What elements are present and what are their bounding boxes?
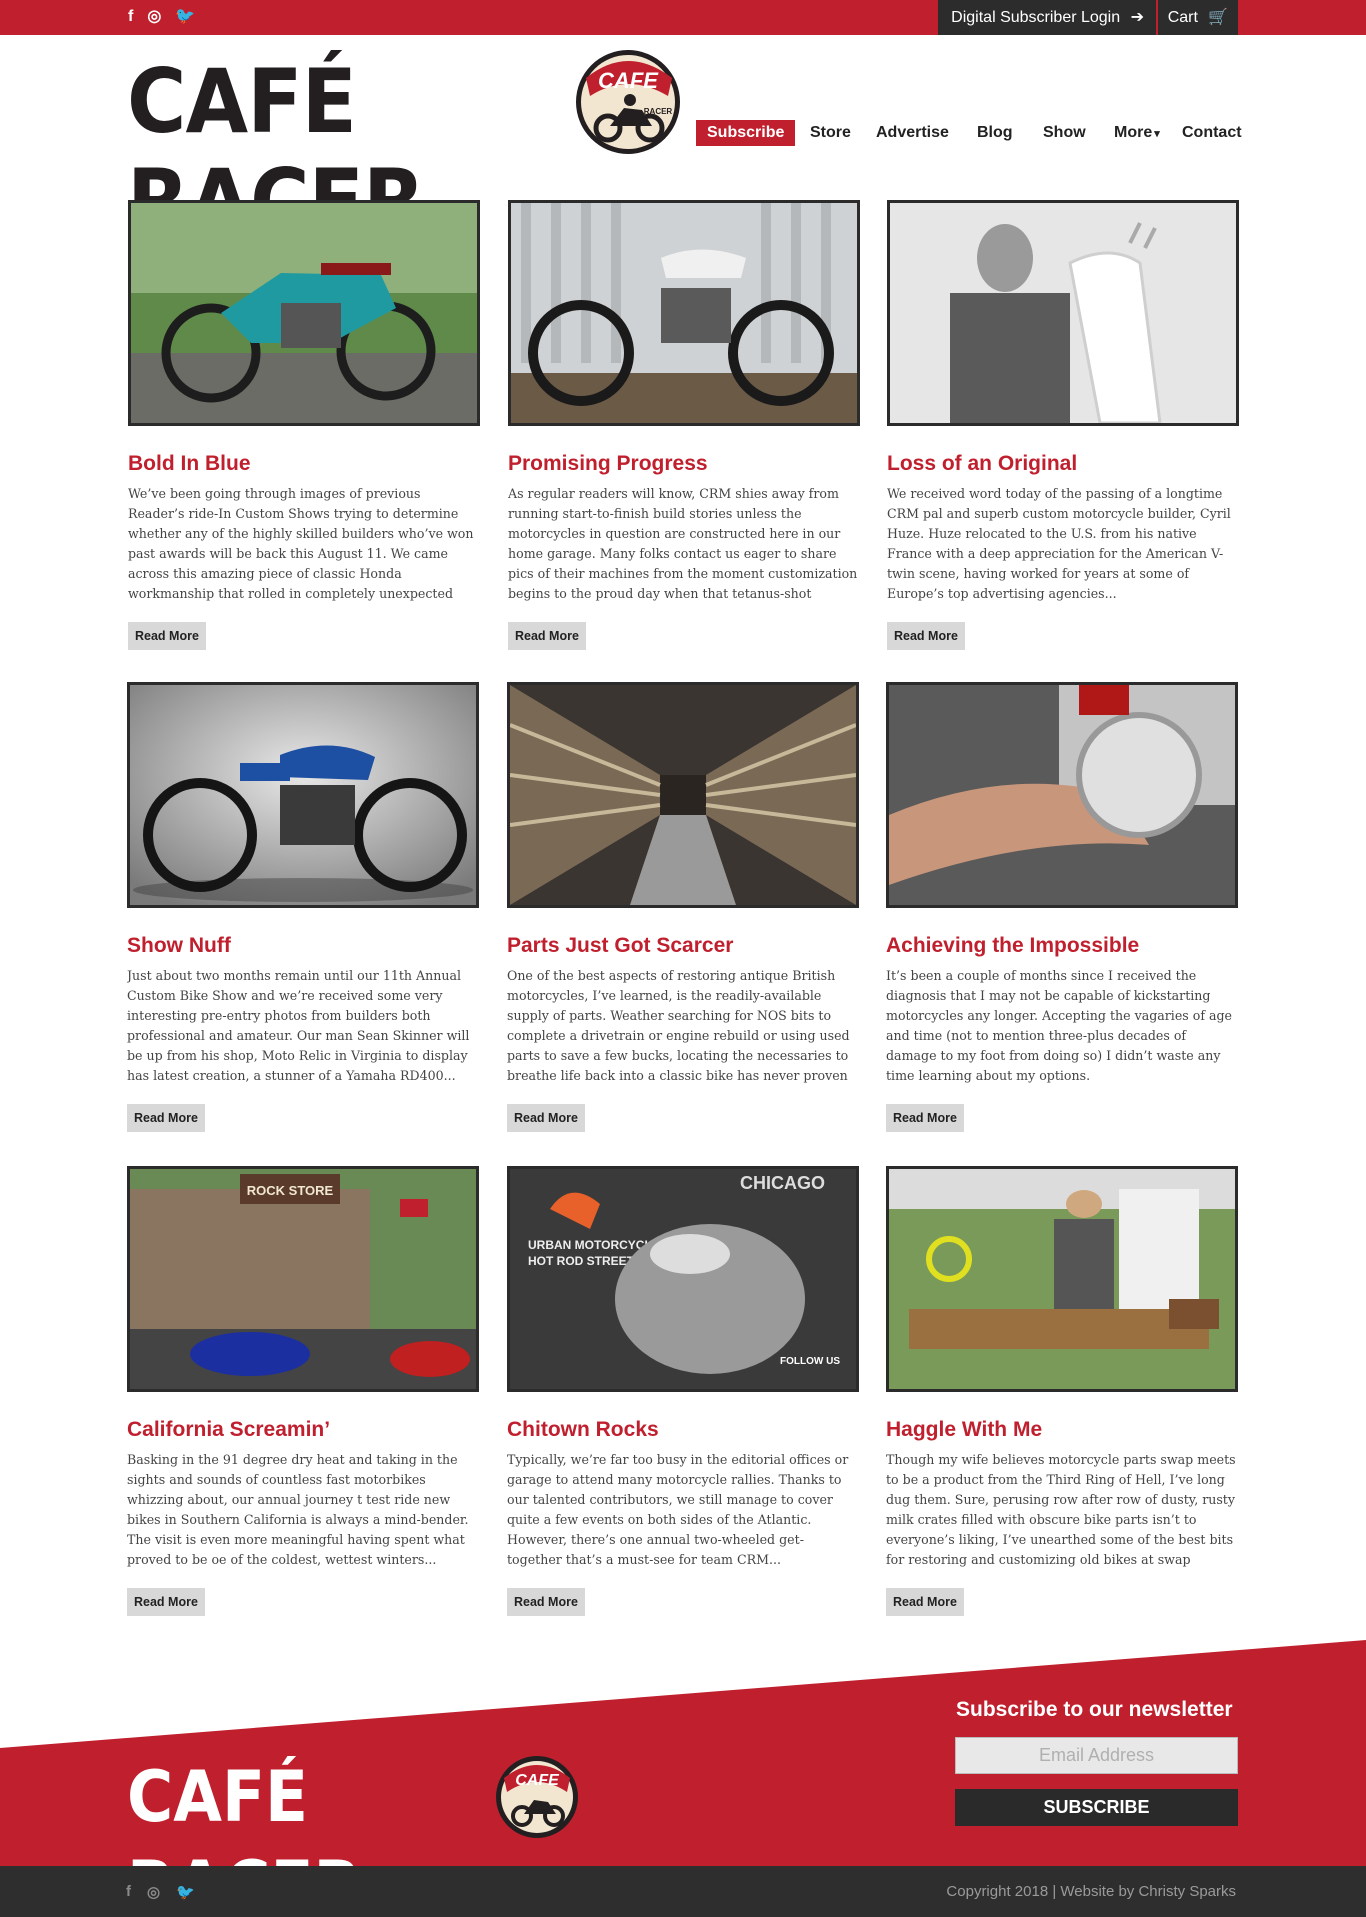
nav-contact[interactable]: Contact: [1182, 120, 1242, 146]
article-excerpt: Basking in the 91 degree dry heat and ta…: [127, 1452, 469, 1567]
twitter-icon[interactable]: 🐦: [175, 8, 195, 26]
nav-store[interactable]: Store: [810, 120, 851, 146]
article-title[interactable]: Show Nuff: [127, 932, 479, 960]
login-label: Digital Subscriber Login: [951, 9, 1121, 26]
email-field[interactable]: [955, 1737, 1238, 1774]
nav-blog[interactable]: Blog: [977, 120, 1013, 146]
article-excerpt: As regular readers will know, CRM shies …: [508, 486, 858, 601]
article-excerpt: It’s been a couple of months since I rec…: [886, 968, 1233, 1083]
cart-button[interactable]: Cart 🛒: [1158, 0, 1238, 35]
article-title[interactable]: California Screamin’: [127, 1416, 479, 1444]
article-image[interactable]: [127, 682, 479, 908]
nav-show[interactable]: Show: [1043, 120, 1086, 146]
instagram-icon[interactable]: ◎: [147, 8, 161, 26]
read-more-button[interactable]: Read More: [127, 1588, 205, 1616]
rock-store-photo: ROCK STORE: [130, 1169, 476, 1389]
article-card: Show Nuff Just about two months remain u…: [127, 682, 479, 1132]
article-card: CHICAGO URBAN MOTORCYCLE & HOT ROD STREE…: [507, 1166, 859, 1616]
article-excerpt: Just about two months remain until our 1…: [127, 968, 470, 1083]
chevron-down-icon: ▾: [1154, 128, 1160, 140]
facebook-icon[interactable]: f: [126, 1883, 131, 1901]
svg-text:ROCK STORE: ROCK STORE: [247, 1183, 334, 1198]
svg-text:CAFE: CAFE: [515, 1772, 560, 1789]
swap-meet-photo: [889, 1169, 1235, 1389]
article-card: Haggle With Me Though my wife believes m…: [886, 1166, 1238, 1616]
main-nav: Subscribe Store Advertise Blog Show More…: [0, 120, 1366, 146]
cart-icon: 🛒: [1208, 9, 1229, 26]
article-title[interactable]: Chitown Rocks: [507, 1416, 859, 1444]
article-image[interactable]: ROCK STORE: [127, 1166, 479, 1392]
newsletter-subscribe-button[interactable]: SUBSCRIBE: [955, 1789, 1238, 1826]
nav-more[interactable]: More ▾: [1114, 120, 1160, 147]
nav-more-label: More: [1114, 124, 1153, 141]
article-image[interactable]: [508, 200, 860, 426]
top-bar: f ◎ 🐦 Digital Subscriber Login ➔ Cart 🛒: [0, 0, 1366, 35]
svg-text:CHICAGO: CHICAGO: [740, 1173, 825, 1193]
svg-text:FOLLOW US: FOLLOW US: [780, 1356, 840, 1367]
twitter-icon[interactable]: 🐦: [176, 1883, 195, 1901]
article-card: Achieving the Impossible It’s been a cou…: [886, 682, 1238, 1132]
bottom-bar: f ◎ 🐦 Copyright 2018 | Website by Christ…: [0, 1866, 1366, 1917]
read-more-button[interactable]: Read More: [887, 622, 965, 650]
instagram-icon[interactable]: ◎: [147, 1883, 160, 1901]
article-excerpt: We received word today of the passing of…: [887, 486, 1231, 601]
newsletter-title: Subscribe to our newsletter: [956, 1698, 1233, 1721]
read-more-button[interactable]: Read More: [128, 622, 206, 650]
article-title[interactable]: Loss of an Original: [887, 450, 1239, 478]
article-title[interactable]: Bold In Blue: [128, 450, 480, 478]
read-more-button[interactable]: Read More: [507, 1588, 585, 1616]
article-image[interactable]: [507, 682, 859, 908]
read-more-button[interactable]: Read More: [507, 1104, 585, 1132]
footer-logo-badge-icon: CAFE: [496, 1756, 578, 1838]
article-image[interactable]: [887, 200, 1239, 426]
social-links-top: f ◎ 🐦: [128, 8, 195, 26]
article-title[interactable]: Haggle With Me: [886, 1416, 1238, 1444]
cart-label: Cart: [1167, 9, 1198, 26]
article-image[interactable]: [886, 682, 1238, 908]
article-image[interactable]: CHICAGO URBAN MOTORCYCLE & HOT ROD STREE…: [507, 1166, 859, 1392]
article-card: Bold In Blue We’ve been going through im…: [128, 200, 480, 650]
nav-subscribe[interactable]: Subscribe: [696, 120, 796, 146]
article-excerpt: Typically, we’re far too busy in the edi…: [507, 1452, 849, 1567]
article-card: ROCK STORE California Screamin’ Basking …: [127, 1166, 479, 1616]
read-more-button[interactable]: Read More: [886, 1104, 964, 1132]
article-card: Loss of an Original We received word tod…: [887, 200, 1239, 650]
article-card: Parts Just Got Scarcer One of the best a…: [507, 682, 859, 1132]
facebook-icon[interactable]: f: [128, 8, 133, 26]
read-more-button[interactable]: Read More: [886, 1588, 964, 1616]
chitown-rally-poster: CHICAGO URBAN MOTORCYCLE & HOT ROD STREE…: [510, 1169, 856, 1389]
cyril-huze-photo: [890, 203, 1236, 423]
social-links-bottom: f ◎ 🐦: [126, 1883, 195, 1901]
sign-in-icon: ➔: [1130, 9, 1144, 26]
article-excerpt: We’ve been going through images of previ…: [128, 486, 474, 601]
svg-text:RACER: RACER: [644, 107, 673, 116]
parts-warehouse-photo: [510, 685, 856, 905]
teal-honda-photo: [131, 203, 477, 423]
footer-logo[interactable]: CAFÉ RACER CAFE: [127, 1752, 587, 1917]
article-title[interactable]: Achieving the Impossible: [886, 932, 1238, 960]
read-more-button[interactable]: Read More: [508, 622, 586, 650]
nav-advertise[interactable]: Advertise: [876, 120, 949, 146]
read-more-button[interactable]: Read More: [127, 1104, 205, 1132]
cafe-racer-build-photo: [511, 203, 857, 423]
digital-subscriber-login-button[interactable]: Digital Subscriber Login ➔: [938, 0, 1156, 35]
yamaha-rd400-photo: [130, 685, 476, 905]
article-title[interactable]: Parts Just Got Scarcer: [507, 932, 859, 960]
article-excerpt: Though my wife believes motorcycle parts…: [886, 1452, 1236, 1567]
article-image[interactable]: [886, 1166, 1238, 1392]
article-card: Promising Progress As regular readers wi…: [508, 200, 860, 650]
article-excerpt: One of the best aspects of restoring ant…: [507, 968, 850, 1083]
article-title[interactable]: Promising Progress: [508, 450, 860, 478]
svg-text:CAFE: CAFE: [598, 68, 659, 93]
copyright-text: Copyright 2018 | Website by Christy Spar…: [946, 1883, 1236, 1900]
mechanic-hands-photo: [889, 685, 1235, 905]
article-image[interactable]: [128, 200, 480, 426]
